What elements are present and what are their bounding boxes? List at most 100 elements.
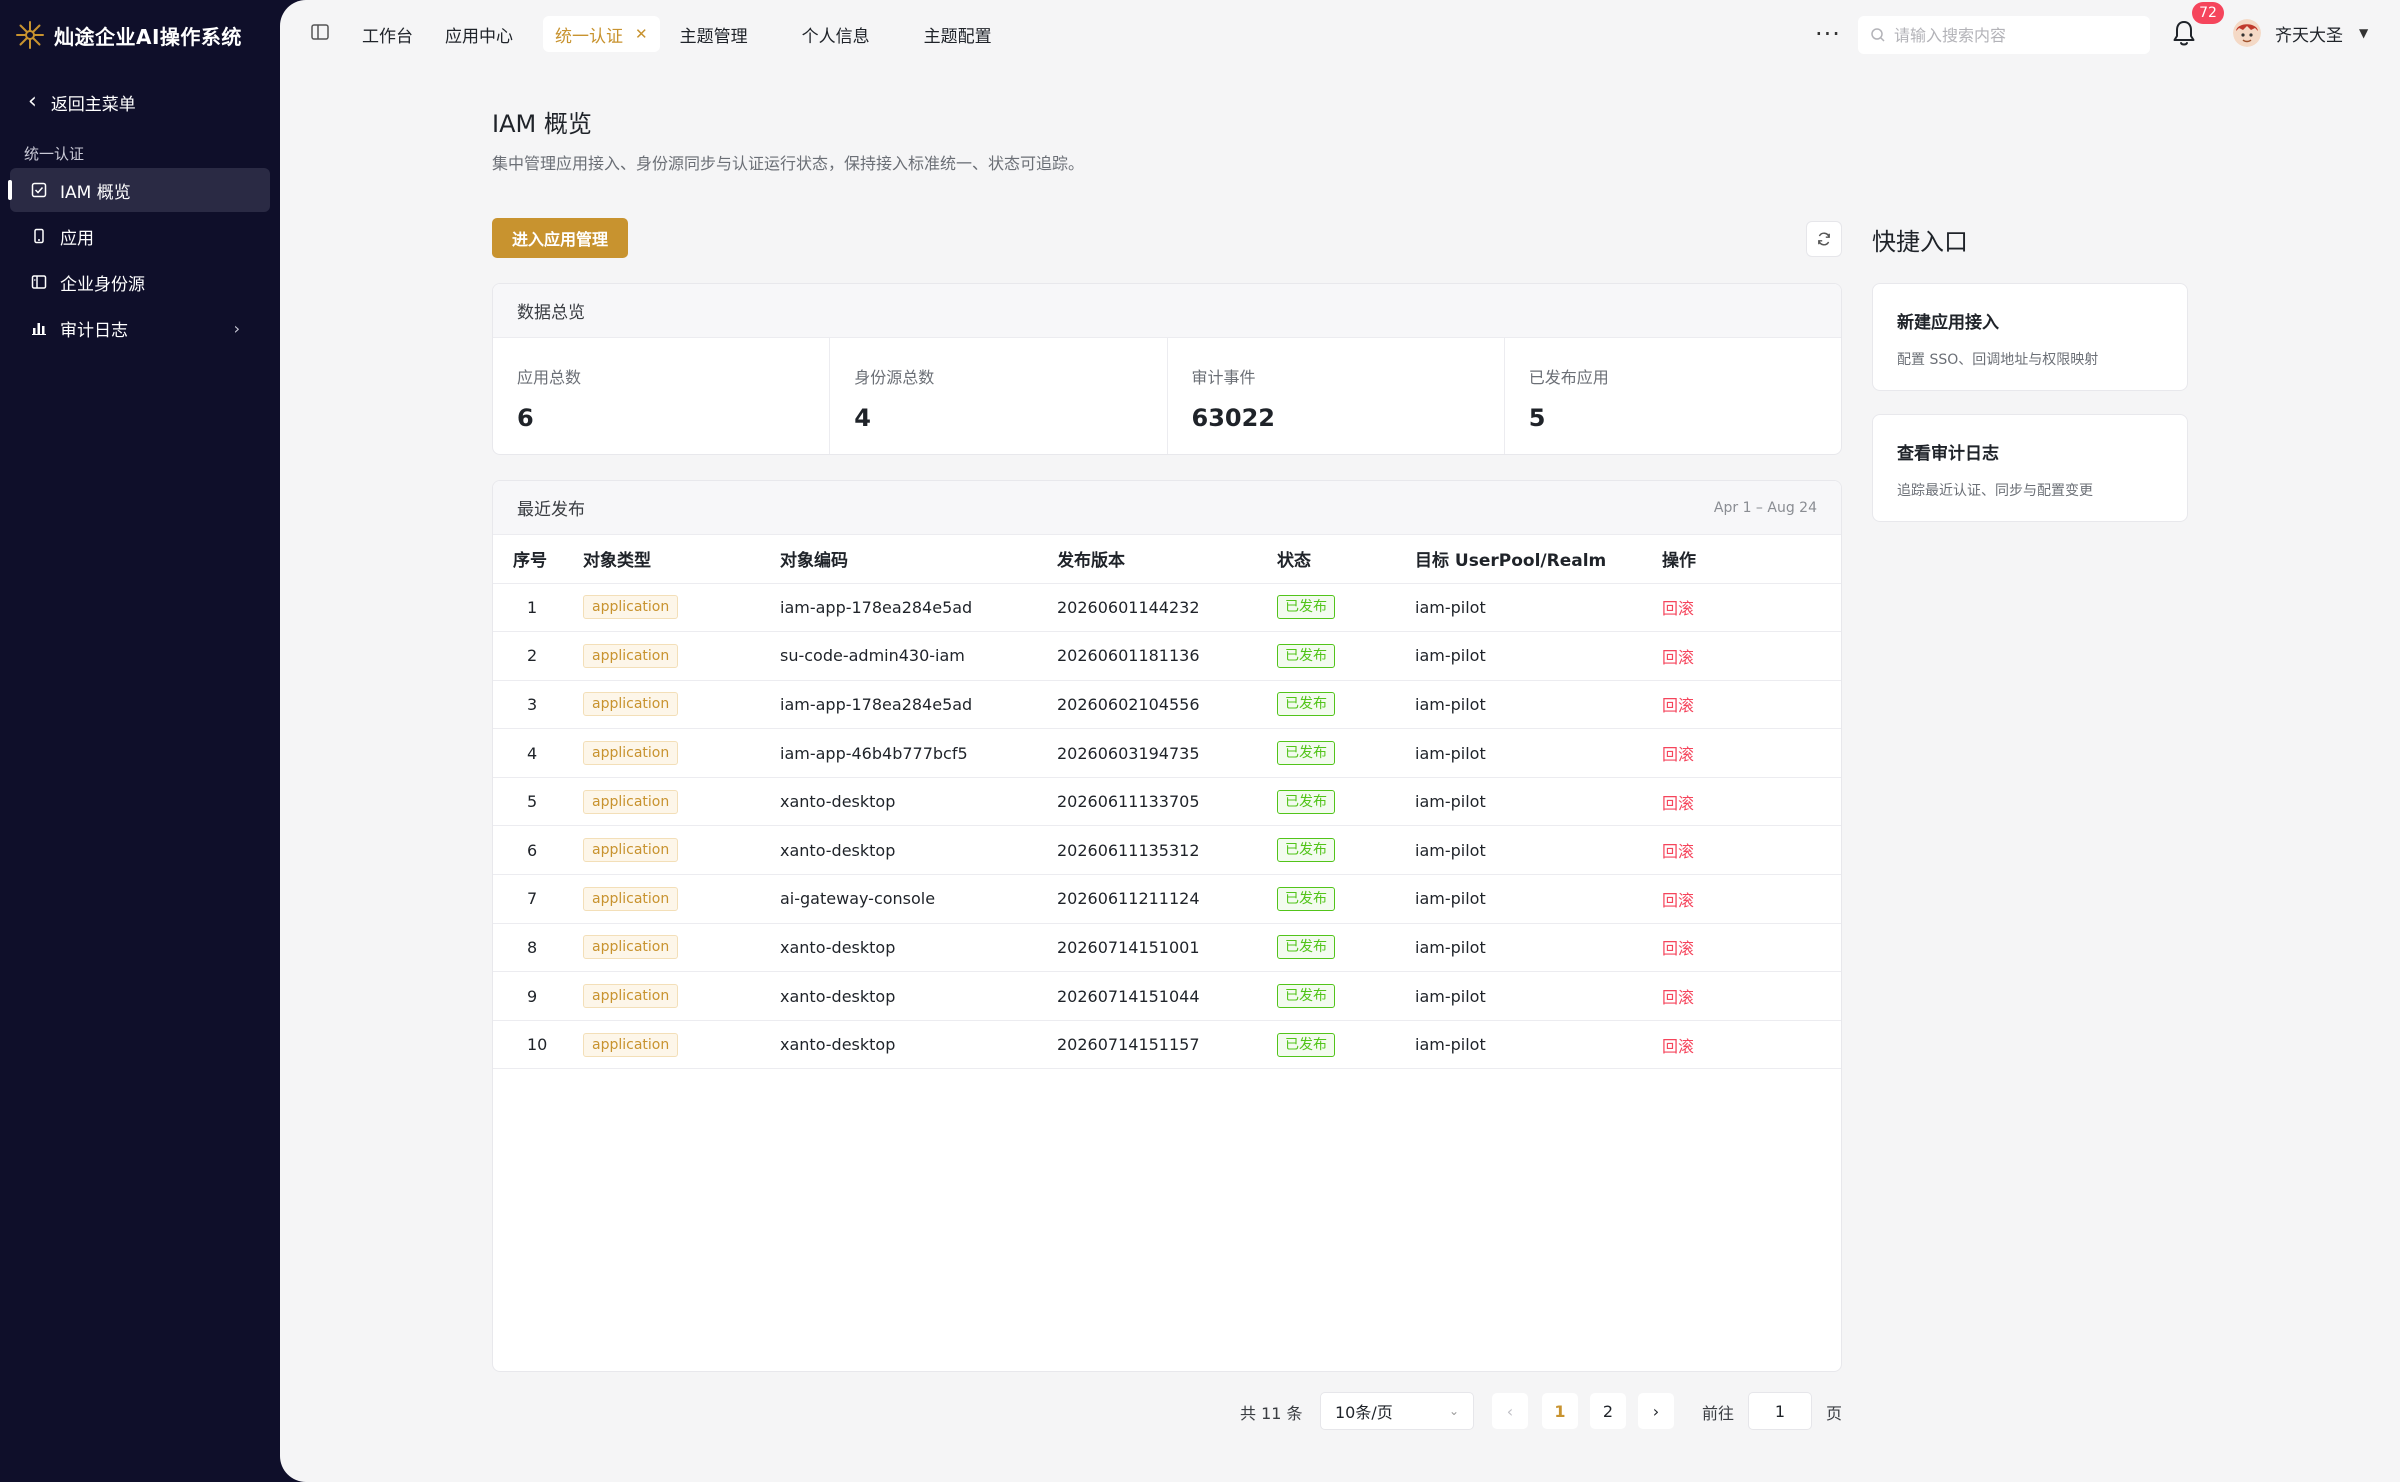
quick-card-title: 查看审计日志: [1897, 444, 1999, 464]
rollback-link[interactable]: 回滚: [1662, 648, 1694, 667]
table-row: 4 application iam-app-46b4b777bcf5 20260603…: [493, 728, 1841, 778]
user-menu[interactable]: 齐天大圣 ▼: [2233, 16, 2368, 50]
tab-theme-management[interactable]: 主题管理: [668, 16, 760, 52]
notification-badge: 72: [2192, 2, 2224, 24]
table-body: 1 application iam-app-178ea284e5ad 20260601…: [493, 583, 1841, 1070]
tab-workbench[interactable]: 工作台: [350, 16, 425, 52]
sidebar-item-iam-overview[interactable]: IAM 概览: [8, 168, 270, 212]
quick-entry-title: 快捷入口: [1872, 228, 1968, 256]
column-header: 发布版本: [1057, 535, 1277, 584]
refresh-button[interactable]: [1806, 221, 1842, 257]
object-type-tag: application: [583, 595, 679, 620]
page-2-button[interactable]: 2: [1590, 1393, 1626, 1429]
rollback-link[interactable]: 回滚: [1662, 891, 1694, 910]
sidebar-item-identity-sources[interactable]: 企业身份源: [10, 260, 270, 304]
table-header-row: 序号 对象类型 对象编码 发布版本 状态 目标 UserPool/Realm 操…: [493, 535, 1841, 584]
nav-tabs: 工作台 应用中心 统一认证 ✕ 主题管理 个人信息 主题配置: [350, 16, 1012, 52]
back-to-main-menu-link[interactable]: ‹ 返回主菜单: [28, 88, 136, 116]
target-realm: iam-pilot: [1415, 728, 1662, 778]
tab-app-center[interactable]: 应用中心: [433, 16, 525, 52]
page-size-select[interactable]: 10条/页 ⌄: [1320, 1392, 1474, 1430]
page-1-button[interactable]: 1: [1542, 1393, 1578, 1429]
stat-label: 身份源总数: [854, 368, 935, 387]
tab-theme-config[interactable]: 主题配置: [912, 16, 1004, 52]
target-realm: iam-pilot: [1415, 923, 1662, 973]
object-code: iam-app-46b4b777bcf5: [780, 728, 1057, 778]
tab-label: 个人信息: [801, 26, 870, 47]
table-row: 2 application su-code-admin430-iam 20260601…: [493, 631, 1841, 681]
chevron-left-icon: ‹: [28, 89, 37, 114]
table-row: 8 application xanto-desktop 20260714151001 已…: [493, 923, 1841, 973]
rollback-link[interactable]: 回滚: [1662, 1037, 1694, 1056]
status-badge: 已发布: [1277, 789, 1335, 814]
releases-table: 序号 对象类型 对象编码 发布版本 状态 目标 UserPool/Realm 操…: [493, 535, 1841, 1070]
rollback-link[interactable]: 回滚: [1662, 696, 1694, 715]
tab-personal-info[interactable]: 个人信息: [790, 16, 882, 52]
next-page-button[interactable]: ›: [1638, 1393, 1674, 1429]
release-version: 20260611133705: [1057, 777, 1277, 827]
column-header: 对象编码: [780, 535, 1057, 584]
release-version: 20260601144232: [1057, 583, 1277, 633]
sidebar: 灿途企业AI操作系统 ‹ 返回主菜单 统一认证 IAM 概览 应用 企业身份源: [0, 0, 280, 1482]
rollback-link[interactable]: 回滚: [1662, 842, 1694, 861]
stat-value: 4: [854, 404, 871, 432]
sidebar-item-audit-log[interactable]: 审计日志 ›: [10, 306, 270, 350]
rollback-link[interactable]: 回滚: [1662, 988, 1694, 1007]
table-row: 10 application xanto-desktop 20260714151157…: [493, 1020, 1841, 1070]
stat-identity-source-total: 身份源总数 4: [830, 338, 1168, 454]
bell-icon[interactable]: [2170, 18, 2198, 48]
brand: 灿途企业AI操作系统: [14, 18, 242, 52]
rollback-link[interactable]: 回滚: [1662, 794, 1694, 813]
sidebar-collapse-icon[interactable]: [310, 22, 330, 42]
tab-unified-auth[interactable]: 统一认证 ✕: [543, 16, 660, 52]
enter-app-management-button[interactable]: 进入应用管理: [492, 218, 629, 258]
status-badge: 已发布: [1277, 643, 1335, 668]
status-badge: 已发布: [1277, 984, 1335, 1009]
prev-page-button[interactable]: ‹: [1492, 1393, 1528, 1429]
rollback-link[interactable]: 回滚: [1662, 599, 1694, 618]
row-index: 7: [493, 874, 583, 924]
action-cell: 回滚: [1662, 728, 1841, 778]
table-row: 7 application ai-gateway-console 2026061121…: [493, 874, 1841, 924]
action-cell: 回滚: [1662, 825, 1841, 876]
page-size-value: 10条/页: [1335, 1403, 1393, 1422]
target-realm: iam-pilot: [1415, 777, 1662, 827]
stat-app-total: 应用总数 6: [493, 338, 831, 454]
status-cell: 已发布: [1277, 631, 1415, 681]
type-cell: application: [583, 631, 780, 681]
release-version: 20260714151044: [1057, 971, 1277, 1021]
action-cell: 回滚: [1662, 874, 1841, 924]
column-header: 目标 UserPool/Realm: [1415, 535, 1662, 584]
table-row: 1 application iam-app-178ea284e5ad 20260601…: [493, 583, 1841, 633]
column-header: 对象类型: [583, 535, 780, 584]
target-realm: iam-pilot: [1415, 680, 1662, 730]
quick-card-desc: 配置 SSO、回调地址与权限映射: [1897, 352, 2099, 368]
main-panel: 工作台 应用中心 统一认证 ✕ 主题管理 个人信息 主题配置 ··· 72: [280, 0, 2400, 1482]
search-input[interactable]: [1894, 25, 2134, 45]
more-icon[interactable]: ···: [1815, 20, 1841, 48]
stat-value: 5: [1528, 404, 1546, 432]
release-version: 20260714151001: [1057, 923, 1277, 973]
object-type-tag: application: [583, 643, 679, 668]
table-row: 5 application xanto-desktop 20260611133705 已…: [493, 777, 1841, 827]
status-badge: 已发布: [1277, 886, 1335, 911]
rollback-link[interactable]: 回滚: [1662, 745, 1694, 764]
action-cell: 回滚: [1662, 583, 1841, 633]
goto-page-input[interactable]: [1748, 1392, 1812, 1430]
page-title: IAM 概览: [492, 110, 592, 138]
action-cell: 回滚: [1662, 971, 1841, 1021]
row-index: 6: [493, 825, 583, 876]
release-version: 20260602104556: [1057, 680, 1277, 730]
quick-card-new-app[interactable]: 新建应用接入 配置 SSO、回调地址与权限映射: [1872, 283, 2188, 391]
quick-card-audit-log[interactable]: 查看审计日志 追踪最近认证、同步与配置变更: [1872, 414, 2188, 522]
status-cell: 已发布: [1277, 923, 1415, 973]
row-index: 10: [493, 1020, 583, 1070]
object-type-tag: application: [583, 1032, 679, 1057]
stat-audit-events: 审计事件 63022: [1168, 338, 1505, 454]
sidebar-item-applications[interactable]: 应用: [10, 214, 270, 258]
status-cell: 已发布: [1277, 825, 1415, 876]
avatar: [2233, 19, 2261, 47]
close-icon[interactable]: ✕: [635, 25, 648, 43]
rollback-link[interactable]: 回滚: [1662, 939, 1694, 958]
object-code: xanto-desktop: [780, 825, 1057, 876]
